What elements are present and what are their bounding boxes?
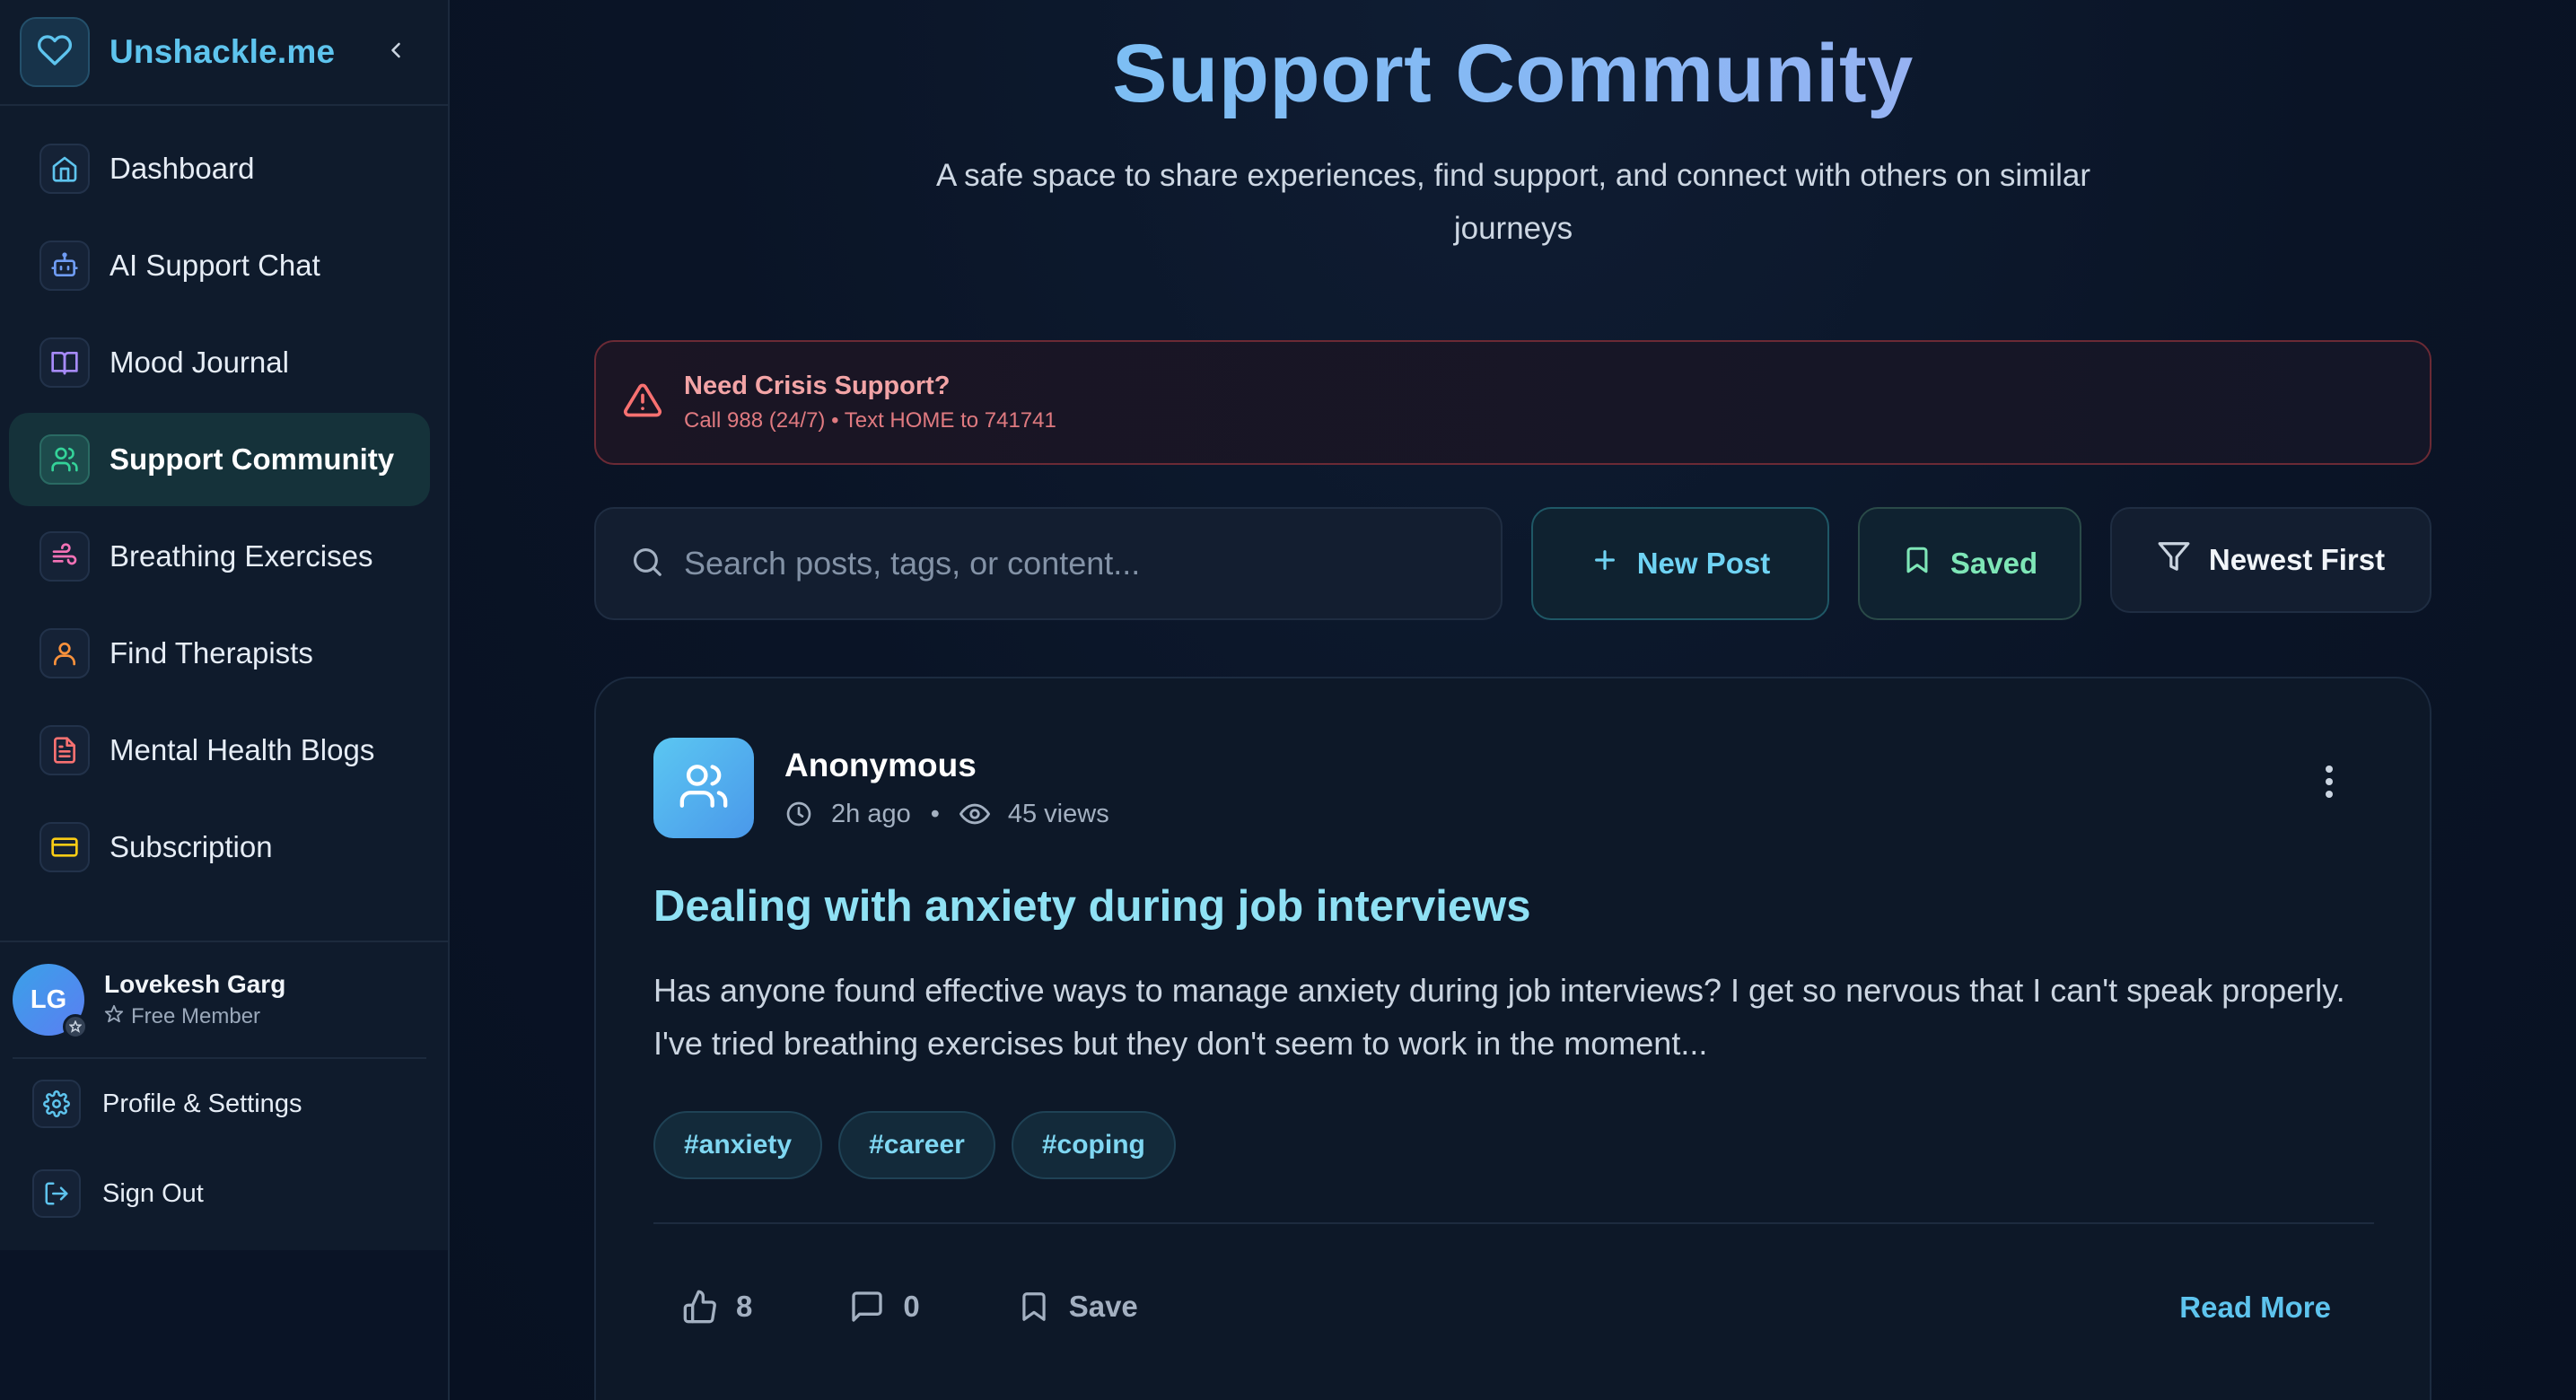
sidebar-item-find-therapists[interactable]: Find Therapists	[9, 607, 430, 700]
page-title: Support Community	[450, 27, 2576, 121]
collapse-sidebar-button[interactable]	[378, 34, 414, 70]
separator-dot: •	[930, 799, 940, 828]
tag-anxiety[interactable]: #anxiety	[653, 1111, 823, 1179]
avatar: LG	[13, 964, 88, 1039]
new-post-label: New Post	[1636, 547, 1771, 580]
post-tags: #anxiety #career #coping	[653, 1111, 1176, 1179]
crisis-text: Need Crisis Support? Call 988 (24/7) • T…	[684, 372, 1056, 433]
comment-button[interactable]: 0	[849, 1289, 920, 1325]
search-bar[interactable]	[594, 507, 1503, 620]
divider	[653, 1222, 2374, 1224]
sign-out-icon	[32, 1169, 81, 1218]
sidebar-item-ai-support-chat[interactable]: AI Support Chat	[9, 219, 430, 312]
chevron-left-icon	[383, 38, 408, 67]
sort-select[interactable]: Newest First	[2110, 507, 2431, 613]
users-icon	[678, 760, 730, 817]
bookmark-icon	[1017, 1290, 1051, 1324]
thumbs-up-icon	[682, 1289, 718, 1325]
tag-coping[interactable]: #coping	[1011, 1111, 1176, 1179]
post-time: 2h ago	[831, 799, 911, 828]
sidebar-item-label: Find Therapists	[110, 636, 313, 669]
credit-card-icon	[39, 822, 90, 872]
filter-icon	[2157, 539, 2191, 581]
save-label: Save	[1068, 1290, 1138, 1323]
user-plan-label: Free Member	[131, 1004, 261, 1028]
plus-icon	[1590, 546, 1619, 582]
user-profile[interactable]: LG Lovekesh Garg Free Member	[0, 942, 448, 1057]
sidebar-item-subscription[interactable]: Subscription	[9, 801, 430, 894]
bot-icon	[39, 241, 90, 291]
star-badge-icon	[63, 1014, 88, 1039]
profile-settings-link[interactable]: Profile & Settings	[0, 1059, 448, 1149]
sidebar-bottom	[0, 1250, 448, 1400]
user-icon	[39, 628, 90, 678]
new-post-button[interactable]: New Post	[1531, 507, 1829, 620]
post-meta: 2h ago • 45 views	[784, 799, 1109, 829]
sidebar-item-mental-health-blogs[interactable]: Mental Health Blogs	[9, 704, 430, 797]
save-post-button[interactable]: Save	[1017, 1290, 1138, 1324]
users-icon	[39, 434, 90, 485]
avatar-initials: LG	[30, 984, 67, 1014]
crisis-contact: Call 988 (24/7) • Text HOME to 741741	[684, 408, 1056, 433]
eye-icon	[959, 799, 990, 829]
sign-out-button[interactable]: Sign Out	[0, 1149, 448, 1238]
sidebar-item-label: Support Community	[110, 442, 395, 476]
crisis-title: Need Crisis Support?	[684, 372, 951, 400]
sort-label: Newest First	[2208, 543, 2386, 576]
post-author: Anonymous	[784, 747, 977, 783]
sidebar-item-support-community[interactable]: Support Community	[9, 413, 430, 506]
like-button[interactable]: 8	[682, 1289, 752, 1325]
more-vertical-icon	[2324, 764, 2335, 804]
crisis-support-banner[interactable]: Need Crisis Support? Call 988 (24/7) • T…	[594, 340, 2431, 465]
document-icon	[39, 725, 90, 775]
heart-icon	[37, 32, 73, 73]
sidebar-item-breathing-exercises[interactable]: Breathing Exercises	[9, 510, 430, 603]
post-actions: 8 0 Save	[682, 1289, 1138, 1325]
search-input[interactable]	[684, 528, 1501, 599]
comment-count: 0	[903, 1290, 920, 1323]
star-icon	[104, 1004, 124, 1030]
home-icon	[39, 144, 90, 194]
sidebar-item-label: Dashboard	[110, 152, 255, 185]
sidebar-item-label: AI Support Chat	[110, 249, 320, 282]
user-info: Lovekesh Garg Free Member	[104, 970, 285, 1030]
sidebar-item-mood-journal[interactable]: Mood Journal	[9, 316, 430, 409]
user-plan: Free Member	[104, 1004, 285, 1030]
post-avatar	[653, 738, 754, 838]
profile-settings-label: Profile & Settings	[102, 1089, 302, 1118]
saved-label: Saved	[1950, 547, 2038, 580]
search-icon	[630, 545, 664, 583]
like-count: 8	[736, 1290, 753, 1323]
comment-icon	[849, 1289, 885, 1325]
sidebar: Unshackle.me Dashboard AI Support Chat M…	[0, 0, 450, 1400]
saved-button[interactable]: Saved	[1858, 507, 2081, 620]
post-card[interactable]: Anonymous 2h ago • 45 views Dealing with…	[594, 677, 2431, 1400]
sidebar-item-label: Subscription	[110, 830, 273, 863]
post-body: Has anyone found effective ways to manag…	[653, 972, 2345, 1062]
sign-out-label: Sign Out	[102, 1178, 204, 1208]
brand-name[interactable]: Unshackle.me	[110, 33, 335, 71]
wind-icon	[39, 531, 90, 582]
sidebar-item-label: Mood Journal	[110, 346, 289, 379]
book-icon	[39, 337, 90, 388]
sidebar-item-label: Mental Health Blogs	[110, 733, 375, 766]
gear-icon	[32, 1080, 81, 1128]
page-subtitle: A safe space to share experiences, find …	[936, 158, 2090, 246]
post-options-button[interactable]	[2311, 761, 2347, 806]
sidebar-nav: Dashboard AI Support Chat Mood Journal S…	[0, 106, 448, 894]
logo[interactable]	[20, 17, 90, 87]
sidebar-item-label: Breathing Exercises	[110, 539, 373, 573]
sidebar-header: Unshackle.me	[0, 0, 448, 106]
post-views: 45 views	[1007, 799, 1109, 828]
main-content: Support Community A safe space to share …	[450, 0, 2576, 1400]
sidebar-item-dashboard[interactable]: Dashboard	[9, 122, 430, 215]
warning-icon	[623, 381, 662, 424]
clock-icon	[784, 800, 813, 828]
post-title[interactable]: Dealing with anxiety during job intervie…	[653, 881, 1530, 932]
tag-career[interactable]: #career	[838, 1111, 995, 1179]
bookmark-icon	[1902, 545, 1932, 582]
user-name: Lovekesh Garg	[104, 969, 286, 998]
read-more-link[interactable]: Read More	[2179, 1291, 2331, 1325]
